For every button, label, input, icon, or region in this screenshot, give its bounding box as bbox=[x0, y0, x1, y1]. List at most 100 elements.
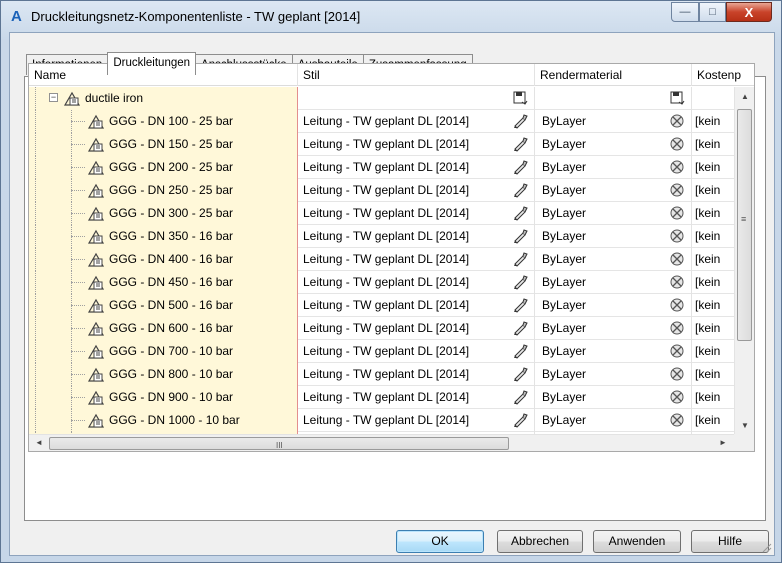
table-row[interactable]: GGG - DN 1000 - 10 bar Leitung - TW gepla… bbox=[29, 409, 734, 432]
material-cell[interactable]: ByLayer bbox=[535, 156, 692, 179]
save-style-icon[interactable] bbox=[512, 90, 528, 106]
edit-style-icon[interactable] bbox=[512, 159, 528, 175]
stil-cell[interactable]: Leitung - TW geplant DL [2014] bbox=[298, 294, 535, 317]
table-row[interactable]: GGG - DN 450 - 16 bar Leitung - TW geplan… bbox=[29, 271, 734, 294]
kosten-cell[interactable]: [kein bbox=[692, 179, 734, 202]
ok-button[interactable]: OK bbox=[396, 530, 484, 553]
tab-druckleitungen[interactable]: Druckleitungen bbox=[107, 52, 197, 75]
material-sphere-icon[interactable] bbox=[669, 182, 685, 198]
material-cell[interactable]: ByLayer bbox=[535, 317, 692, 340]
material-sphere-icon[interactable] bbox=[669, 251, 685, 267]
scroll-up-icon[interactable]: ▲ bbox=[741, 92, 749, 101]
close-button[interactable]: X bbox=[726, 2, 772, 22]
column-header-rendermaterial[interactable]: Rendermaterial bbox=[535, 64, 692, 86]
scroll-down-icon[interactable]: ▼ bbox=[741, 421, 749, 430]
scroll-right-icon[interactable]: ► bbox=[719, 438, 727, 447]
stil-cell[interactable]: Leitung - TW geplant DL [2014] bbox=[298, 202, 535, 225]
edit-style-icon[interactable] bbox=[512, 412, 528, 428]
stil-cell[interactable]: Leitung - TW geplant DL [2014] bbox=[298, 363, 535, 386]
edit-style-icon[interactable] bbox=[512, 205, 528, 221]
edit-style-icon[interactable] bbox=[512, 251, 528, 267]
material-sphere-icon[interactable] bbox=[669, 320, 685, 336]
stil-cell[interactable]: Leitung - TW geplant DL [2014] bbox=[298, 340, 535, 363]
material-sphere-icon[interactable] bbox=[669, 159, 685, 175]
edit-style-icon[interactable] bbox=[512, 113, 528, 129]
material-cell[interactable]: ByLayer bbox=[535, 294, 692, 317]
stil-cell[interactable]: Leitung - TW geplant DL [2014] bbox=[298, 409, 535, 432]
stil-cell[interactable]: Leitung - TW geplant DL [2014] bbox=[298, 179, 535, 202]
material-sphere-icon[interactable] bbox=[669, 389, 685, 405]
stil-cell[interactable]: Leitung - TW geplant DL [2014] bbox=[298, 386, 535, 409]
material-cell[interactable]: ByLayer bbox=[535, 225, 692, 248]
kosten-cell[interactable]: [kein bbox=[692, 340, 734, 363]
edit-style-icon[interactable] bbox=[512, 136, 528, 152]
vertical-scrollbar[interactable]: ▲ ≡ ▼ bbox=[734, 87, 754, 434]
vertical-scroll-thumb[interactable]: ≡ bbox=[737, 109, 752, 341]
kosten-cell[interactable]: [kein bbox=[692, 202, 734, 225]
help-button[interactable]: Hilfe bbox=[691, 530, 769, 553]
table-row[interactable]: GGG - DN 150 - 25 bar Leitung - TW geplan… bbox=[29, 133, 734, 156]
stil-cell[interactable]: Leitung - TW geplant DL [2014] bbox=[298, 156, 535, 179]
kosten-cell[interactable]: [kein bbox=[692, 248, 734, 271]
material-sphere-icon[interactable] bbox=[669, 297, 685, 313]
minimize-button[interactable]: — bbox=[671, 2, 699, 22]
kosten-cell[interactable]: [kein bbox=[692, 110, 734, 133]
material-cell[interactable]: ByLayer bbox=[535, 179, 692, 202]
horizontal-scroll-thumb[interactable]: III bbox=[49, 437, 509, 450]
material-cell[interactable]: ByLayer bbox=[535, 110, 692, 133]
material-sphere-icon[interactable] bbox=[669, 366, 685, 382]
edit-style-icon[interactable] bbox=[512, 274, 528, 290]
table-row[interactable]: GGG - DN 250 - 25 bar Leitung - TW geplan… bbox=[29, 179, 734, 202]
material-cell[interactable]: ByLayer bbox=[535, 386, 692, 409]
maximize-button[interactable]: □ bbox=[699, 2, 726, 22]
edit-style-icon[interactable] bbox=[512, 343, 528, 359]
edit-style-icon[interactable] bbox=[512, 366, 528, 382]
edit-style-icon[interactable] bbox=[512, 297, 528, 313]
collapse-icon[interactable]: − bbox=[49, 93, 58, 102]
table-row[interactable]: GGG - DN 100 - 25 bar Leitung - TW geplan… bbox=[29, 110, 734, 133]
table-row[interactable]: GGG - DN 700 - 10 bar Leitung - TW geplan… bbox=[29, 340, 734, 363]
horizontal-scrollbar[interactable]: ◄ III ► bbox=[29, 434, 734, 451]
kosten-cell[interactable]: [kein bbox=[692, 294, 734, 317]
material-cell[interactable]: ByLayer bbox=[535, 409, 692, 432]
table-row[interactable]: GGG - DN 500 - 16 bar Leitung - TW geplan… bbox=[29, 294, 734, 317]
edit-style-icon[interactable] bbox=[512, 320, 528, 336]
material-sphere-icon[interactable] bbox=[669, 136, 685, 152]
material-sphere-icon[interactable] bbox=[669, 274, 685, 290]
material-cell[interactable]: ByLayer bbox=[535, 363, 692, 386]
kosten-cell[interactable]: [kein bbox=[692, 363, 734, 386]
edit-style-icon[interactable] bbox=[512, 389, 528, 405]
stil-cell[interactable]: Leitung - TW geplant DL [2014] bbox=[298, 225, 535, 248]
apply-button[interactable]: Anwenden bbox=[593, 530, 681, 553]
edit-style-icon[interactable] bbox=[512, 228, 528, 244]
save-material-icon[interactable] bbox=[669, 90, 685, 106]
stil-cell[interactable]: Leitung - TW geplant DL [2014] bbox=[298, 133, 535, 156]
material-cell[interactable]: ByLayer bbox=[535, 340, 692, 363]
table-row[interactable]: GGG - DN 300 - 25 bar Leitung - TW geplan… bbox=[29, 202, 734, 225]
kosten-cell[interactable]: [kein bbox=[692, 317, 734, 340]
stil-cell[interactable]: Leitung - TW geplant DL [2014] bbox=[298, 317, 535, 340]
material-sphere-icon[interactable] bbox=[669, 343, 685, 359]
table-row[interactable]: GGG - DN 800 - 10 bar Leitung - TW geplan… bbox=[29, 363, 734, 386]
material-cell[interactable]: ByLayer bbox=[535, 248, 692, 271]
stil-cell[interactable]: Leitung - TW geplant DL [2014] bbox=[298, 110, 535, 133]
table-row[interactable]: GGG - DN 400 - 16 bar Leitung - TW geplan… bbox=[29, 248, 734, 271]
scroll-left-icon[interactable]: ◄ bbox=[35, 438, 43, 447]
material-sphere-icon[interactable] bbox=[669, 205, 685, 221]
material-cell[interactable]: ByLayer bbox=[535, 133, 692, 156]
table-row[interactable]: GGG - DN 200 - 25 bar Leitung - TW geplan… bbox=[29, 156, 734, 179]
table-row[interactable]: GGG - DN 900 - 10 bar Leitung - TW geplan… bbox=[29, 386, 734, 409]
kosten-cell[interactable]: [kein bbox=[692, 225, 734, 248]
kosten-cell[interactable]: [kein bbox=[692, 156, 734, 179]
kosten-cell[interactable]: [kein bbox=[692, 271, 734, 294]
kosten-cell[interactable]: [kein bbox=[692, 133, 734, 156]
table-row[interactable]: GGG - DN 350 - 16 bar Leitung - TW geplan… bbox=[29, 225, 734, 248]
material-sphere-icon[interactable] bbox=[669, 412, 685, 428]
material-cell[interactable]: ByLayer bbox=[535, 271, 692, 294]
edit-style-icon[interactable] bbox=[512, 182, 528, 198]
material-cell[interactable]: ByLayer bbox=[535, 202, 692, 225]
column-header-stil[interactable]: Stil bbox=[298, 64, 535, 86]
group-row-ductile-iron[interactable]: − ductile iron bbox=[29, 87, 734, 110]
material-sphere-icon[interactable] bbox=[669, 228, 685, 244]
resize-grip-icon[interactable] bbox=[760, 541, 772, 553]
